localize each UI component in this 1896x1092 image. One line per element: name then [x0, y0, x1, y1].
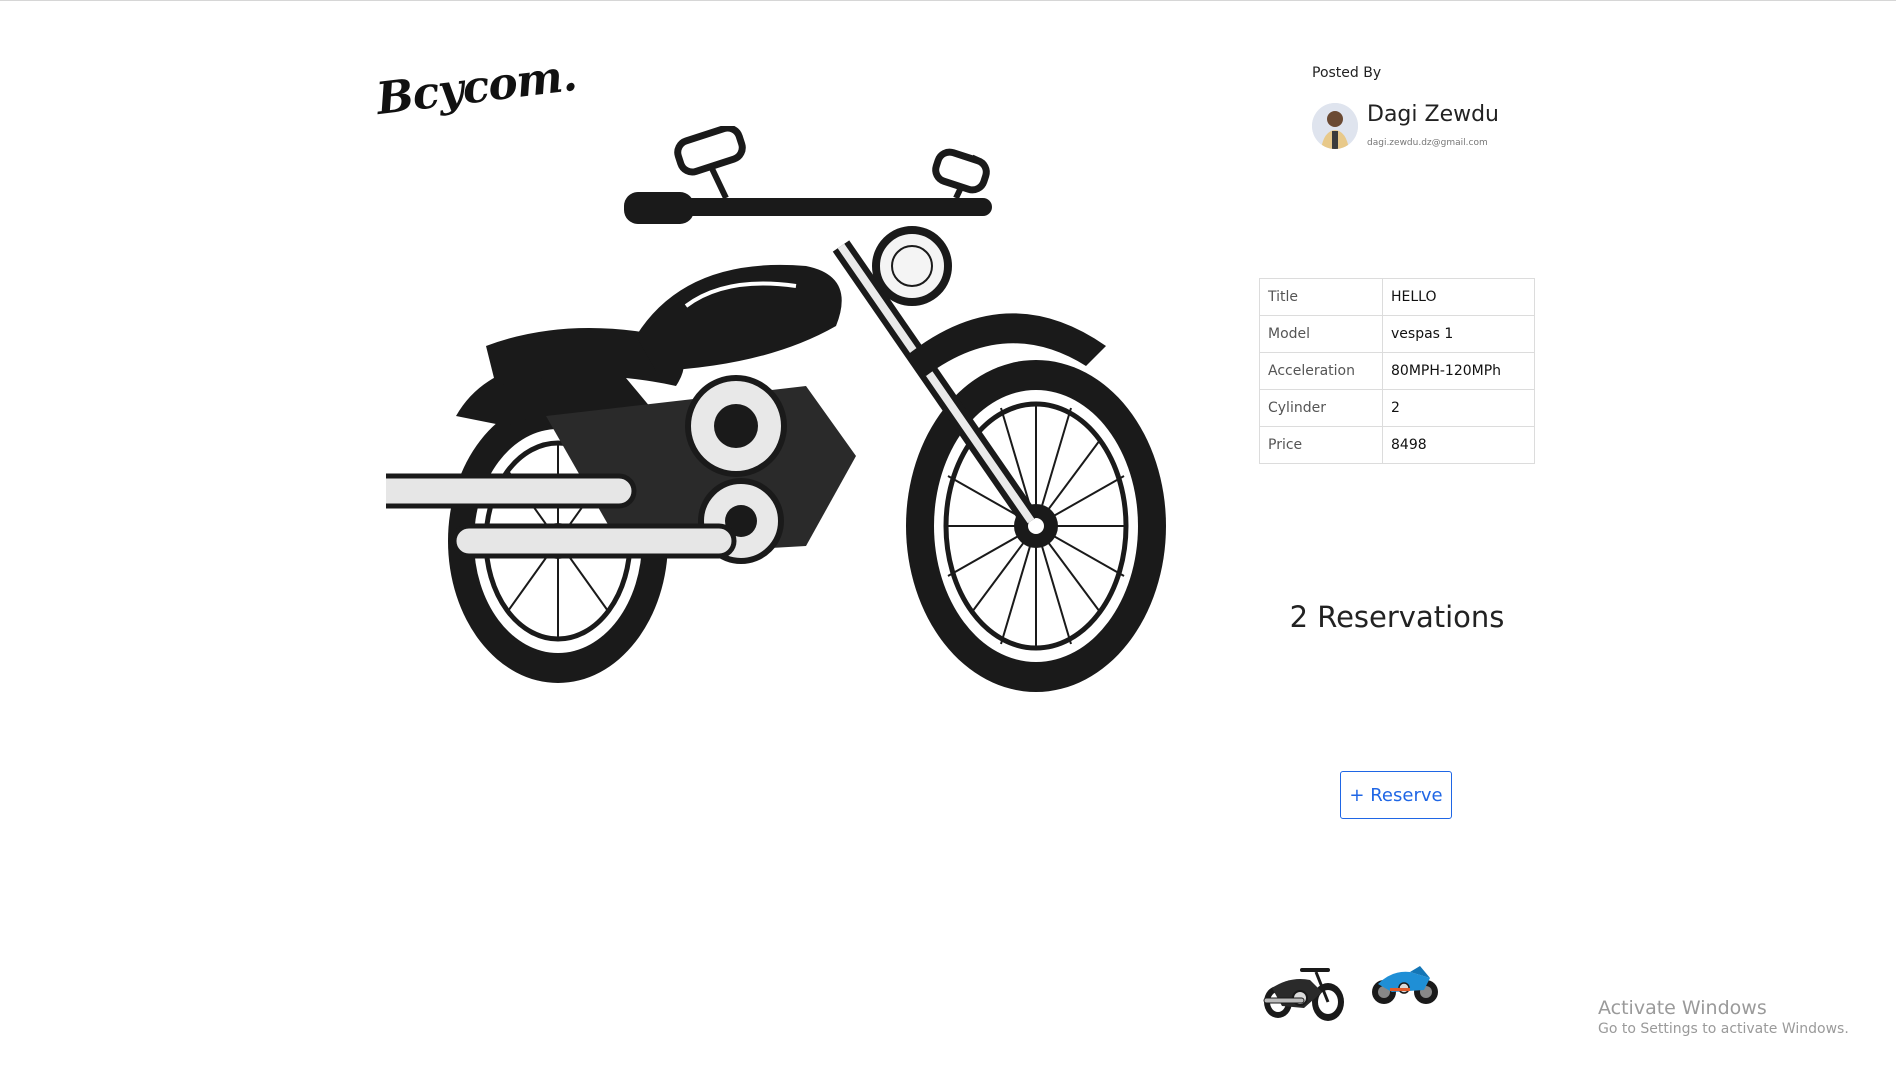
- motorcycle-main-image: [386, 126, 1166, 692]
- table-row: Acceleration 80MPH-120MPh: [1259, 352, 1535, 390]
- motorcycle-details-table: Title HELLO Model vespas 1 Acceleration …: [1259, 278, 1535, 464]
- spec-label: Cylinder: [1259, 389, 1383, 427]
- table-row: Model vespas 1: [1259, 315, 1535, 353]
- spec-value: 8498: [1382, 426, 1535, 464]
- thumbnail-blue-motorcycle[interactable]: [1370, 958, 1440, 1008]
- watermark-subtitle: Go to Settings to activate Windows.: [1598, 1021, 1849, 1037]
- author-avatar: [1312, 103, 1358, 149]
- spec-value: 2: [1382, 389, 1535, 427]
- spec-label: Price: [1259, 426, 1383, 464]
- posted-by-heading: Posted By: [1312, 65, 1382, 81]
- thumbnail-black-motorcycle[interactable]: [1260, 958, 1348, 1024]
- table-row: Price 8498: [1259, 426, 1535, 464]
- spec-label: Model: [1259, 315, 1383, 353]
- brand-logo[interactable]: Bcycom.: [374, 50, 579, 125]
- top-divider: [0, 0, 1896, 1]
- author-email: dagi.zewdu.dz@gmail.com: [1367, 138, 1488, 148]
- watermark-title: Activate Windows: [1598, 997, 1767, 1019]
- person-icon: [1312, 103, 1358, 149]
- spec-label: Acceleration: [1259, 352, 1383, 390]
- spec-value: HELLO: [1382, 278, 1535, 316]
- reservations-count: 2 Reservations: [1289, 600, 1505, 634]
- activate-windows-watermark: Activate Windows Go to Settings to activ…: [1598, 997, 1849, 1037]
- spec-value: vespas 1: [1382, 315, 1535, 353]
- reserve-button[interactable]: + Reserve: [1340, 771, 1452, 819]
- table-row: Cylinder 2: [1259, 389, 1535, 427]
- table-row: Title HELLO: [1259, 278, 1535, 316]
- spec-label: Title: [1259, 278, 1383, 316]
- spec-value: 80MPH-120MPh: [1382, 352, 1535, 390]
- author-name: Dagi Zewdu: [1367, 102, 1499, 127]
